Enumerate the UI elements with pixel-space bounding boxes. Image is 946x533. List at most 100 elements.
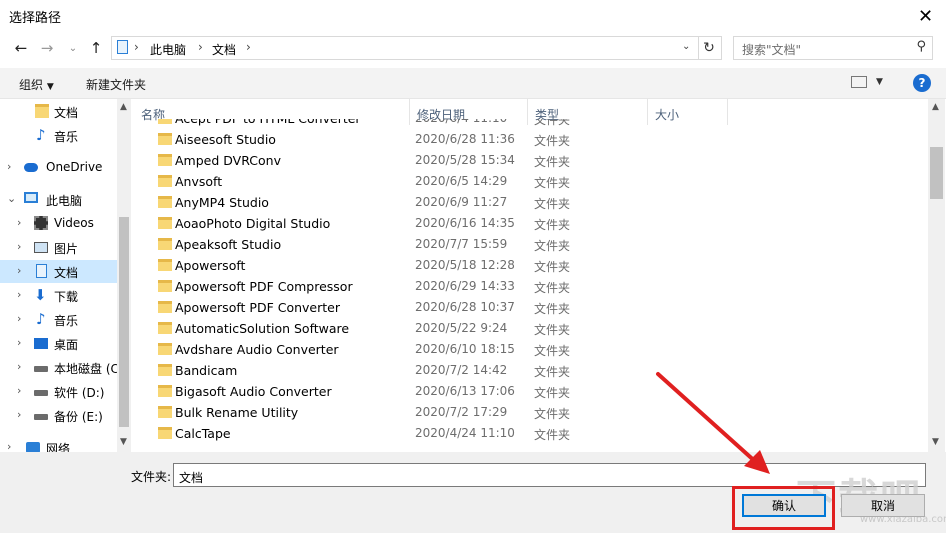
nav-item-drive-d[interactable]: › 软件 (D:) (0, 380, 118, 403)
nav-label: 文档 (54, 106, 79, 120)
file-type: 文件夹 (534, 260, 571, 274)
folder-icon (158, 322, 172, 334)
chevron-right-icon[interactable]: › (17, 408, 21, 421)
file-row[interactable]: Avdshare Audio Converter 2020/6/10 18:15 文… (133, 339, 928, 360)
drive-icon (34, 366, 48, 372)
nav-item-this-pc[interactable]: ⌄ 此电脑 (0, 188, 118, 211)
folder-icon (158, 133, 172, 145)
nav-item-music[interactable]: › ♪ 音乐 (0, 308, 118, 331)
view-dropdown-icon[interactable]: ▼ (876, 77, 883, 87)
folder-icon (158, 238, 172, 250)
address-dropdown-icon[interactable]: ⌄ (682, 41, 690, 52)
file-list-scrollbar-thumb[interactable] (930, 147, 943, 199)
view-options-icon[interactable] (851, 76, 867, 88)
file-row[interactable]: Apeaksoft Studio 2020/7/7 15:59 文件夹 (133, 234, 928, 255)
chevron-right-icon[interactable]: › (17, 384, 21, 397)
breadcrumb-documents[interactable]: 文档 (212, 41, 236, 58)
nav-item-documents-quick[interactable]: 文档 (0, 100, 118, 123)
file-type: 文件夹 (534, 155, 571, 169)
file-name: Apeaksoft Studio (175, 237, 282, 252)
file-row[interactable]: Apowersoft PDF Converter 2020/6/28 10:37 文… (133, 297, 928, 318)
scroll-down-icon[interactable]: ▼ (932, 437, 939, 447)
chevron-right-icon[interactable]: › (17, 240, 21, 253)
chevron-right-icon[interactable]: › (7, 440, 11, 452)
file-row[interactable]: Apowersoft PDF Compressor 2020/6/29 14:33… (133, 276, 928, 297)
chevron-right-icon[interactable]: › (17, 288, 21, 301)
new-folder-button[interactable]: 新建文件夹 (86, 76, 146, 93)
chevron-right-icon[interactable]: › (17, 360, 21, 373)
file-row[interactable]: Aiseesoft Studio 2020/6/28 11:36 文件夹 (133, 129, 928, 150)
file-row[interactable]: Amped DVRConv 2020/5/28 15:34 文件夹 (133, 150, 928, 171)
nav-scrollbar-thumb[interactable] (119, 217, 129, 427)
file-row[interactable]: Anvsoft 2020/6/5 14:29 文件夹 (133, 171, 928, 192)
address-bar[interactable]: › 此电脑 › 文档 › ⌄ (111, 36, 699, 60)
file-row[interactable]: Apowersoft 2020/5/18 12:28 文件夹 (133, 255, 928, 276)
computer-icon (24, 192, 38, 203)
file-name: Bigasoft Audio Converter (175, 384, 332, 399)
file-date: 2020/6/5 14:29 (415, 174, 508, 188)
file-row[interactable]: Acept PDF to HTML Converter 2020/6/4 11:1… (133, 119, 928, 129)
forward-button[interactable]: → (35, 36, 59, 60)
recent-locations-button[interactable]: ⌄ (61, 36, 85, 60)
nav-item-pictures[interactable]: › 图片 (0, 236, 118, 259)
dropdown-arrow-icon: ▼ (46, 82, 54, 92)
navigation-pane: 文档 ♪ 音乐 › OneDrive ⌄ 此电脑 › Videos › 图片 ›… (0, 99, 131, 452)
scroll-up-icon[interactable]: ▲ (120, 102, 127, 112)
search-icon: ⚲ (916, 39, 926, 54)
nav-item-music-quick[interactable]: ♪ 音乐 (0, 124, 118, 147)
nav-label: 此电脑 (46, 194, 83, 208)
video-icon (34, 216, 48, 230)
file-date: 2020/7/2 14:42 (415, 363, 508, 377)
nav-item-drive-c[interactable]: › 本地磁盘 (C (0, 356, 119, 379)
chevron-right-icon[interactable]: › (7, 160, 11, 173)
scroll-up-icon[interactable]: ▲ (932, 102, 939, 112)
file-date: 2020/6/29 14:33 (415, 279, 515, 293)
up-button[interactable]: ↑ (84, 36, 108, 60)
nav-item-downloads[interactable]: › ⬇ 下载 (0, 284, 118, 307)
nav-item-network[interactable]: › 网络 (0, 436, 118, 452)
scroll-down-icon[interactable]: ▼ (120, 437, 127, 447)
file-date: 2020/5/22 9:24 (415, 321, 508, 335)
file-row[interactable]: AutomaticSolution Software 2020/5/22 9:24… (133, 318, 928, 339)
file-row[interactable]: Bandicam 2020/7/2 14:42 文件夹 (133, 360, 928, 381)
folder-icon (158, 301, 172, 313)
chevron-down-icon: ⌄ (68, 42, 78, 54)
refresh-icon: ↻ (703, 40, 715, 56)
help-icon[interactable]: ? (913, 74, 931, 92)
nav-label: 备份 (E:) (54, 410, 103, 424)
file-row[interactable]: Bigasoft Audio Converter 2020/6/13 17:06 文… (133, 381, 928, 402)
cancel-button[interactable]: 取消 (841, 494, 925, 517)
breadcrumb-this-pc[interactable]: 此电脑 (150, 41, 186, 58)
arrow-right-icon: → (40, 39, 54, 57)
file-row[interactable]: AoaoPhoto Digital Studio 2020/6/16 14:35 文… (133, 213, 928, 234)
file-row[interactable]: CalcTape 2020/4/24 11:10 文件夹 (133, 423, 928, 444)
organize-button[interactable]: 组织 ▼ (19, 76, 54, 93)
back-button[interactable]: ← (9, 36, 33, 60)
close-button[interactable]: ✕ (905, 0, 946, 32)
chevron-right-icon[interactable]: › (17, 336, 21, 349)
file-type: 文件夹 (534, 134, 571, 148)
chevron-down-icon[interactable]: ⌄ (7, 192, 16, 205)
file-row[interactable]: AnyMP4 Studio 2020/6/9 11:27 文件夹 (133, 192, 928, 213)
nav-item-videos[interactable]: › Videos (0, 212, 118, 235)
search-input[interactable]: 搜索"文档" ⚲ (733, 36, 933, 60)
network-icon (26, 442, 40, 452)
file-row[interactable]: Bulk Rename Utility 2020/7/2 17:29 文件夹 (133, 402, 928, 423)
folder-icon (158, 364, 172, 376)
file-type: 文件夹 (534, 176, 571, 190)
nav-item-documents[interactable]: › 文档 (0, 260, 118, 283)
download-icon: ⬇ (34, 286, 47, 304)
file-name: CalcTape (175, 426, 231, 441)
file-name: Avdshare Audio Converter (175, 342, 339, 357)
nav-item-desktop[interactable]: › 桌面 (0, 332, 118, 355)
refresh-button[interactable]: ↻ (697, 36, 722, 60)
nav-item-drive-e[interactable]: › 备份 (E:) (0, 404, 118, 427)
chevron-right-icon[interactable]: › (17, 216, 21, 229)
file-date: 2020/5/28 15:34 (415, 153, 515, 167)
nav-label: 图片 (54, 242, 79, 256)
chevron-right-icon[interactable]: › (17, 312, 21, 325)
chevron-right-icon[interactable]: › (17, 264, 21, 277)
desktop-icon (34, 338, 48, 349)
nav-item-onedrive[interactable]: › OneDrive (0, 156, 118, 179)
folder-icon (158, 154, 172, 166)
